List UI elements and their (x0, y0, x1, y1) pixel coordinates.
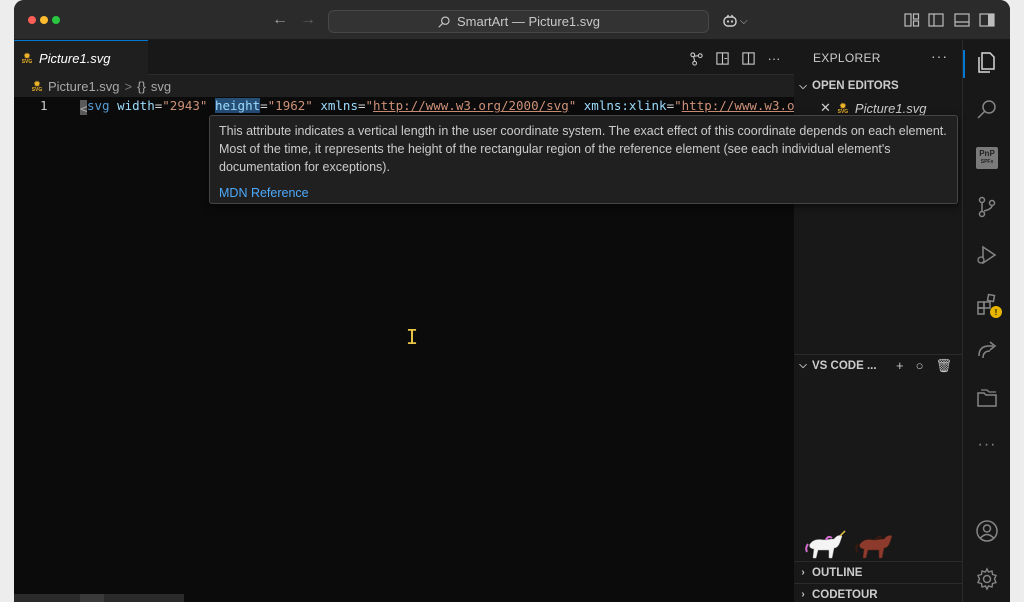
source-control-icon[interactable] (975, 195, 999, 219)
account-icon[interactable] (975, 519, 999, 543)
open-editors-title: OPEN EDITORS (812, 80, 899, 92)
breadcrumb-file[interactable]: Picture1.svg (48, 79, 120, 94)
tab-label: Picture1.svg (39, 50, 111, 66)
svg-file-icon: ✹ SVG (21, 50, 33, 65)
editor-tab-bar: ✹ SVG Picture1.svg ··· (14, 40, 794, 75)
split-editor-icon[interactable] (740, 50, 756, 66)
outline-title: OUTLINE (812, 566, 863, 579)
search-icon[interactable] (975, 97, 999, 121)
unicorn-pet-icon (805, 530, 846, 559)
codetour-title: CODETOUR (812, 588, 878, 601)
mouse-text-cursor: I (406, 325, 419, 349)
chevron-right-icon: › (801, 567, 805, 578)
explorer-title: EXPLORER (813, 50, 881, 65)
code-attr-height: height (214, 98, 261, 113)
search-icon (438, 15, 450, 28)
copilot-menu[interactable]: ⌵ (722, 13, 748, 29)
forward-arrow-icon[interactable]: → (300, 11, 316, 29)
cursor-highlight: < (80, 100, 88, 116)
window-title: SmartArt — Picture1.svg (456, 14, 601, 29)
source-control-graph-icon[interactable] (688, 50, 704, 66)
chevron-down-icon: ⌵ (799, 80, 807, 92)
chevron-down-icon: ⌵ (740, 15, 748, 27)
explorer-files-icon[interactable] (975, 50, 999, 74)
explorer-more-icon[interactable]: ··· (931, 48, 948, 64)
symbol-icon: {} (137, 78, 146, 94)
breadcrumb: ✹ SVG Picture1.svg > {} svg (14, 75, 794, 97)
breadcrumb-symbol[interactable]: svg (151, 79, 171, 94)
toggle-secondary-sidebar-icon[interactable] (979, 13, 995, 27)
svg-file-icon: ✹ SVG (837, 100, 849, 115)
remote-explorer-icon[interactable] (975, 338, 999, 362)
circle-icon[interactable]: ○ (916, 358, 924, 373)
explorer-header: EXPLORER ··· (794, 40, 962, 75)
minimize-window-button[interactable] (40, 16, 48, 24)
maximize-window-button[interactable] (52, 16, 60, 24)
hover-description: This attribute indicates a vertical leng… (219, 124, 947, 174)
tab-picture1-svg[interactable]: ✹ SVG Picture1.svg (14, 40, 148, 75)
vscode-window: ← → SmartArt — Picture1.svg ⌵ ✹ SVG Pictu… (14, 0, 1010, 602)
toggle-panel-icon[interactable] (954, 13, 970, 27)
vscode-pets[interactable] (802, 526, 902, 562)
vscode-section-title: VS CODE ... (812, 359, 877, 372)
code-tag: svg (87, 98, 110, 113)
svg-file-icon: ✹ SVG (31, 78, 43, 93)
trash-icon[interactable]: 🗑 (935, 358, 952, 374)
back-arrow-icon[interactable]: ← (272, 11, 288, 29)
add-icon[interactable]: + (896, 358, 904, 373)
extensions-icon[interactable]: ! (975, 292, 1002, 318)
customize-layout-icon[interactable] (904, 13, 920, 27)
run-debug-icon[interactable] (975, 243, 999, 267)
open-editors-section[interactable]: ⌵ OPEN EDITORS (794, 75, 962, 97)
code-link-xmlns[interactable]: http://www.w3.org/2000/svg (373, 98, 569, 113)
outline-section[interactable]: › OUTLINE (794, 561, 962, 583)
code-attr-width: width (117, 98, 155, 113)
chevron-right-icon: › (801, 589, 805, 600)
gear-icon[interactable] (975, 567, 999, 591)
toggle-primary-sidebar-icon[interactable] (928, 13, 944, 27)
more-views-icon[interactable]: ··· (975, 433, 999, 457)
code-attr-xlink: xmlns:xlink (583, 98, 667, 113)
horse-pet-icon (855, 535, 893, 559)
more-actions-icon[interactable]: ··· (766, 50, 782, 66)
code-val-width: "2943" (162, 98, 208, 113)
activity-bar: PnP SPFx ! ··· (962, 40, 1010, 602)
warning-badge-icon: ! (990, 306, 1002, 318)
close-window-button[interactable] (28, 16, 36, 24)
line-number: 1 (40, 98, 48, 113)
mdn-reference-link[interactable]: MDN Reference (219, 184, 948, 202)
chevron-down-icon: ⌵ (799, 360, 807, 371)
editor-actions: ··· (688, 50, 782, 66)
command-center-search[interactable]: SmartArt — Picture1.svg (328, 10, 709, 33)
active-indicator (963, 50, 965, 78)
code-attr-xmlns: xmlns (320, 98, 358, 113)
hover-tooltip: This attribute indicates a vertical leng… (209, 115, 958, 204)
copilot-icon (723, 14, 737, 27)
breadcrumb-separator: > (124, 78, 133, 94)
status-strip-item (80, 594, 104, 602)
vscode-section[interactable]: ⌵ VS CODE ... + ○ 🗑 (794, 354, 962, 376)
open-preview-icon[interactable] (714, 50, 730, 66)
title-bar: ← → SmartArt — Picture1.svg ⌵ (14, 0, 1010, 40)
close-icon[interactable]: ✕ (820, 100, 831, 116)
code-line[interactable]: <svg width="2943" height="1962" xmlns="h… (80, 97, 825, 116)
codetour-section[interactable]: › CODETOUR (794, 583, 962, 602)
project-manager-icon[interactable] (975, 386, 999, 410)
code-val-height: "1962" (267, 98, 313, 113)
pnp-spfx-icon[interactable]: PnP SPFx (975, 146, 999, 170)
open-editor-label: Picture1.svg (854, 100, 927, 116)
